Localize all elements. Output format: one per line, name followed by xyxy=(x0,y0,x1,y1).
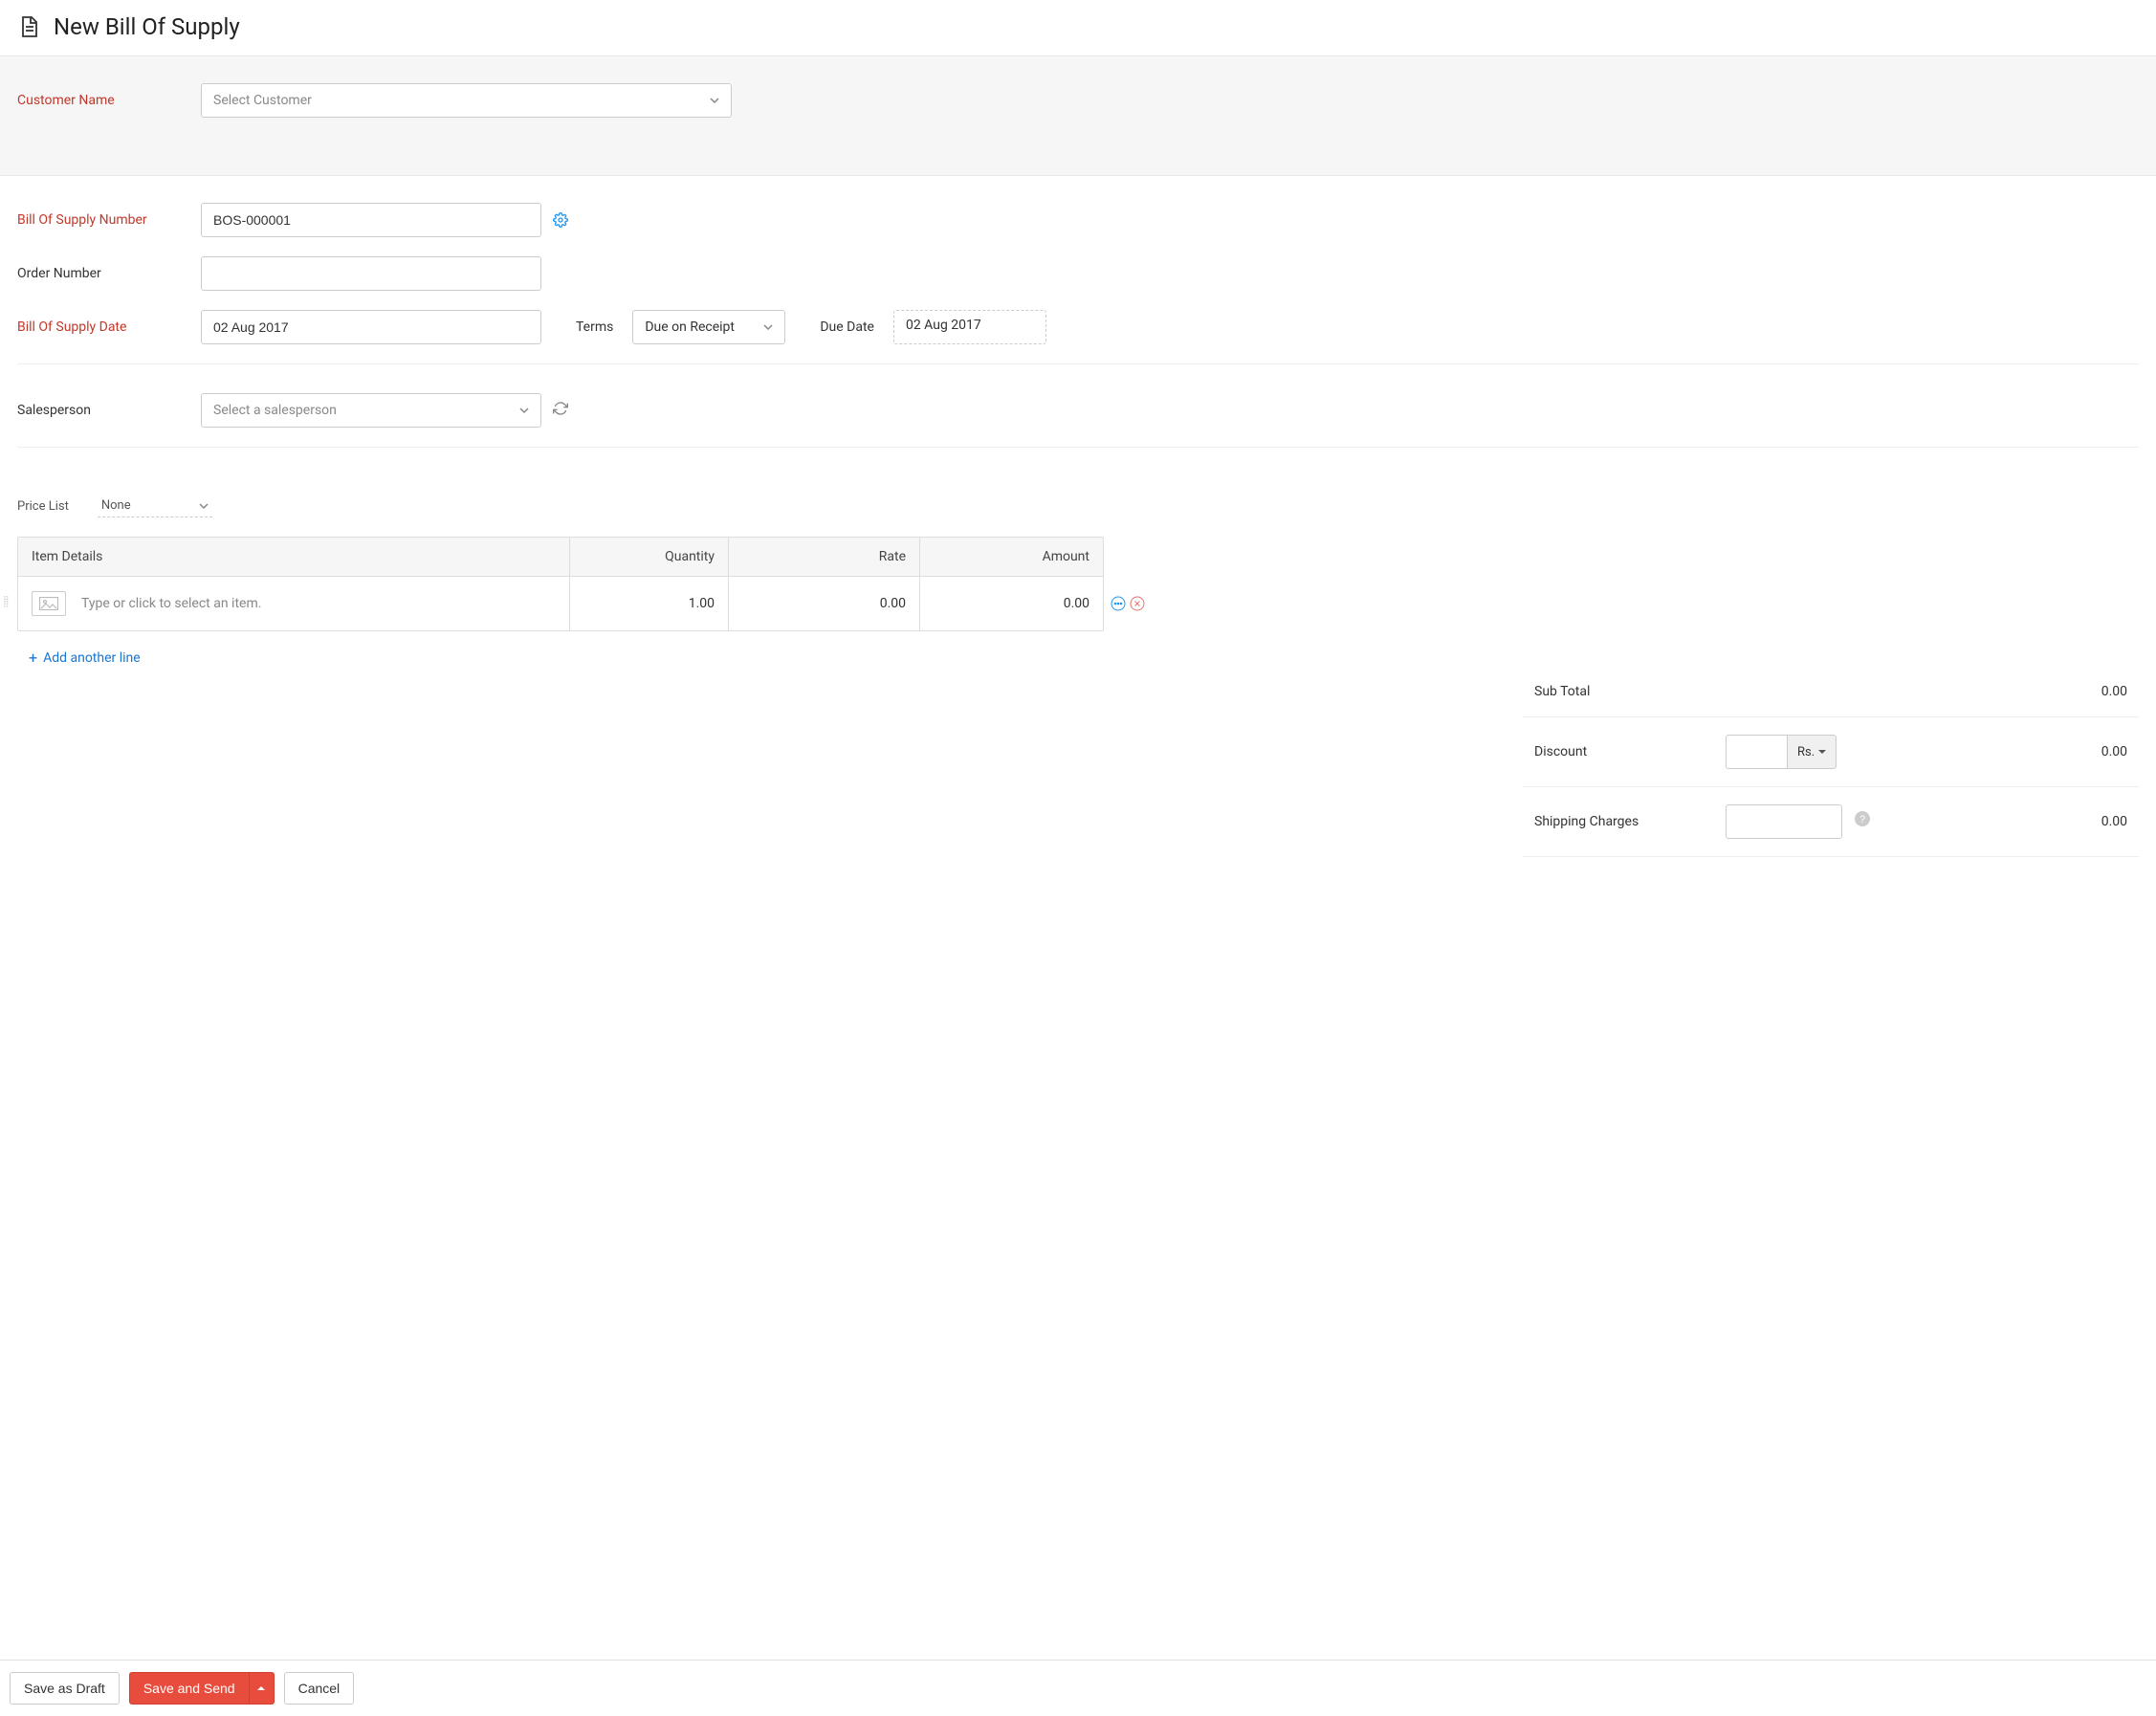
pricelist-value: None xyxy=(101,498,131,513)
row-more-button[interactable] xyxy=(1111,596,1126,611)
save-send-split: Save and Send xyxy=(129,1672,275,1705)
bos-date-input[interactable] xyxy=(201,310,541,344)
discount-input[interactable] xyxy=(1726,735,1787,769)
document-icon xyxy=(17,15,40,38)
subtotal-label: Sub Total xyxy=(1534,684,1726,699)
help-icon: ? xyxy=(1855,811,1870,826)
cancel-button[interactable]: Cancel xyxy=(284,1672,355,1705)
pricelist-select[interactable]: None xyxy=(98,495,212,517)
drag-handle[interactable]: ⠿⠿ xyxy=(3,599,11,608)
chevron-down-icon xyxy=(519,406,529,415)
bos-number-input[interactable] xyxy=(201,203,541,237)
chevron-down-icon xyxy=(710,96,719,105)
salesperson-placeholder: Select a salesperson xyxy=(213,403,337,418)
divider xyxy=(17,363,2139,364)
due-date-label: Due Date xyxy=(820,319,874,335)
footer-bar: Save as Draft Save and Send Cancel xyxy=(0,1660,2156,1716)
chevron-down-icon xyxy=(763,322,773,332)
item-placeholder: Type or click to select an item. xyxy=(81,596,261,611)
shipping-help[interactable]: ? xyxy=(1855,811,1870,826)
amount-cell: 0.00 xyxy=(919,577,1103,630)
divider xyxy=(17,447,2139,448)
rate-cell[interactable]: 0.00 xyxy=(728,577,919,630)
page-header: New Bill Of Supply xyxy=(0,0,2156,56)
discount-label: Discount xyxy=(1534,744,1726,759)
customer-placeholder: Select Customer xyxy=(213,93,312,108)
ellipsis-circle-icon xyxy=(1111,596,1126,611)
caret-up-icon xyxy=(257,1684,265,1692)
page-title: New Bill Of Supply xyxy=(54,13,240,40)
due-date-display: 02 Aug 2017 xyxy=(893,310,1046,344)
save-send-button[interactable]: Save and Send xyxy=(129,1672,250,1705)
bos-number-settings[interactable] xyxy=(553,212,568,228)
shipping-input[interactable] xyxy=(1726,804,1842,839)
th-item: Item Details xyxy=(18,538,569,576)
th-rate: Rate xyxy=(728,538,919,576)
table-header: Item Details Quantity Rate Amount xyxy=(18,538,1103,577)
add-line-label: Add another line xyxy=(43,650,141,666)
discount-currency-label: Rs. xyxy=(1797,745,1815,759)
plus-icon: + xyxy=(29,649,37,667)
order-number-input[interactable] xyxy=(201,256,541,291)
discount-currency-select[interactable]: Rs. xyxy=(1787,735,1837,769)
caret-down-icon xyxy=(1818,748,1826,756)
row-delete-button[interactable] xyxy=(1130,596,1145,611)
discount-value: 0.00 xyxy=(2022,744,2127,759)
shipping-value: 0.00 xyxy=(2022,814,2127,829)
customer-label: Customer Name xyxy=(17,93,201,108)
gear-icon xyxy=(553,212,568,228)
add-line-button[interactable]: + Add another line xyxy=(29,649,141,667)
terms-value: Due on Receipt xyxy=(645,319,735,335)
save-send-caret[interactable] xyxy=(250,1672,275,1705)
customer-select[interactable]: Select Customer xyxy=(201,83,732,118)
shipping-label: Shipping Charges xyxy=(1534,814,1726,829)
svg-text:?: ? xyxy=(1859,814,1865,825)
save-draft-button[interactable]: Save as Draft xyxy=(10,1672,120,1705)
salesperson-label: Salesperson xyxy=(17,403,201,418)
table-row: ⠿⠿ Type or click to select an item. 1.00… xyxy=(18,577,1103,630)
terms-select[interactable]: Due on Receipt xyxy=(632,310,785,344)
close-circle-icon xyxy=(1130,596,1145,611)
bos-date-label: Bill Of Supply Date xyxy=(17,319,201,335)
refresh-salesperson[interactable] xyxy=(553,401,568,420)
chevron-down-icon xyxy=(199,501,209,511)
pricelist-label: Price List xyxy=(17,499,69,514)
items-table: Item Details Quantity Rate Amount ⠿⠿ Typ… xyxy=(17,537,1104,631)
qty-cell[interactable]: 1.00 xyxy=(569,577,728,630)
order-number-label: Order Number xyxy=(17,266,201,281)
refresh-icon xyxy=(553,401,568,416)
terms-label: Terms xyxy=(576,319,613,335)
th-qty: Quantity xyxy=(569,538,728,576)
subtotal-value: 0.00 xyxy=(2022,684,2127,699)
totals-block: Sub Total 0.00 Discount Rs. 0.00 Shippin… xyxy=(1523,667,2139,857)
salesperson-select[interactable]: Select a salesperson xyxy=(201,393,541,428)
th-amount: Amount xyxy=(919,538,1103,576)
bos-number-label: Bill Of Supply Number xyxy=(17,212,201,228)
image-placeholder-icon xyxy=(32,591,66,616)
item-cell[interactable]: Type or click to select an item. xyxy=(18,577,569,630)
